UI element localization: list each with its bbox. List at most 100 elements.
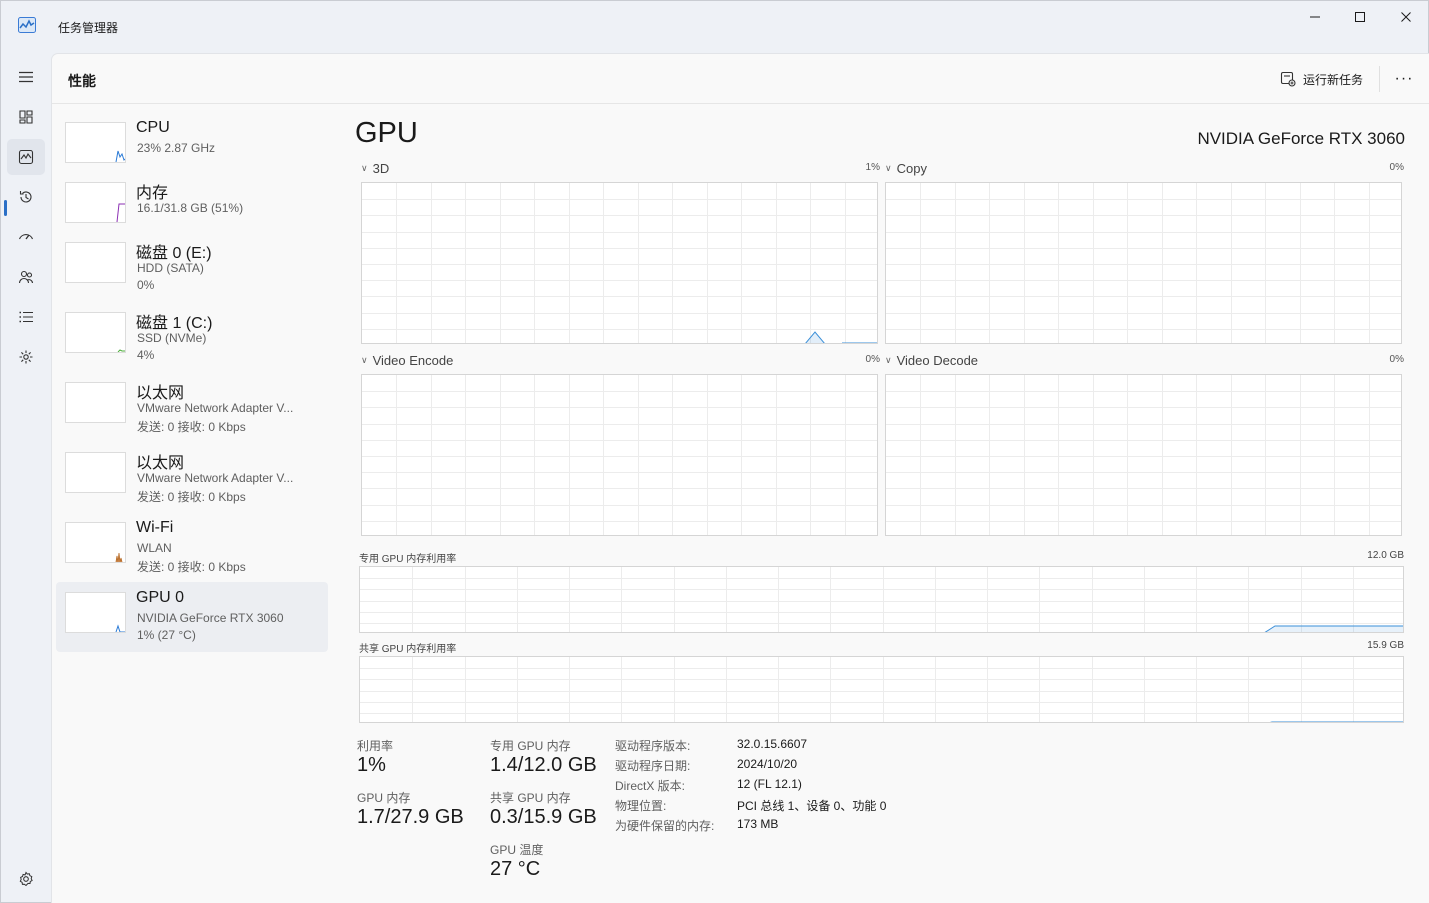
graph-video-decode [885,374,1402,536]
maximize-icon [1355,12,1365,22]
engine-selector-3d[interactable]: ∨ 3D [361,161,389,176]
shared-gpu-memory-label: 共享 GPU 内存 [490,791,571,805]
device-item-ethernet-1[interactable]: 以太网 VMware Network Adapter V... 发送: 0 接收… [56,377,328,447]
nav-processes[interactable] [7,99,45,135]
device-item-ethernet-2[interactable]: 以太网 VMware Network Adapter V... 发送: 0 接收… [56,447,328,517]
device-usage: 1% (27 °C) [137,628,196,642]
gpu-thumbnail [65,592,126,633]
command-bar: 性能 运行新任务 ··· [52,54,1429,104]
device-name: CPU [136,119,170,136]
chevron-down-icon: ∨ [885,163,892,173]
users-icon [18,270,34,284]
device-item-disk-0[interactable]: 磁盘 0 (E:) HDD (SATA) 0% [56,237,328,307]
device-detail: WLAN [137,541,172,555]
cpu-thumbnail-graph [115,150,125,162]
hardware-reserved-memory-value: 173 MB [737,817,779,831]
nav-startup[interactable] [7,219,45,255]
disk1-thumbnail-graph [117,349,125,352]
physical-location-label: 物理位置: [615,799,667,813]
app-history-icon [19,191,32,203]
nav-app-history[interactable] [7,179,45,215]
maximize-button[interactable] [1337,1,1383,33]
gpu-heading: GPU [355,117,418,149]
hamburger-button[interactable] [7,59,45,95]
performance-icon [18,149,34,165]
gpu-temperature-label: GPU 温度 [490,843,544,857]
device-detail: NVIDIA GeForce RTX 3060 [137,611,284,625]
dedicated-gpu-memory-value: 1.4/12.0 GB [490,754,597,776]
device-detail: 16.1/31.8 GB (51%) [137,201,244,215]
task-manager-icon [18,17,36,33]
device-item-gpu-0[interactable]: GPU 0 NVIDIA GeForce RTX 3060 1% (27 °C) [56,582,328,652]
device-item-disk-1[interactable]: 磁盘 1 (C:) SSD (NVMe) 4% [56,307,328,377]
utilization-value: 1% [357,754,386,776]
grid-copy [886,183,1401,343]
line-dedicated-memory [1264,625,1403,632]
gpu-memory-label: GPU 内存 [357,791,411,805]
dedicated-memory-label: 专用 GPU 内存利用率 [359,554,457,565]
directx-version-label: DirectX 版本: [615,779,686,793]
minimize-icon [1310,16,1320,18]
processes-icon [19,110,33,124]
memory-thumbnail [65,182,126,223]
engine-percent: 1% [865,162,880,173]
device-item-wifi[interactable]: Wi-Fi WLAN 发送: 0 接收: 0 Kbps [56,517,328,587]
hardware-reserved-memory-label: 为硬件保留的内存: [615,819,715,833]
minimize-button[interactable] [1292,1,1338,33]
driver-version-value: 32.0.15.6607 [737,737,808,751]
services-icon [19,350,33,364]
device-detail: SSD (NVMe) [137,331,207,345]
device-throughput: 发送: 0 接收: 0 Kbps [137,420,246,434]
close-icon [1401,12,1411,22]
disk0-thumbnail [65,242,126,283]
utilization-label: 利用率 [357,739,394,753]
device-name: 磁盘 1 (C:) [136,315,213,332]
nav-performance[interactable] [7,139,45,175]
device-name: 以太网 [136,455,185,472]
line-shared-memory [1269,721,1403,722]
driver-date-label: 驱动程序日期: [615,759,691,773]
device-detail: VMware Network Adapter V... [137,471,294,485]
device-detail: 23% 2.87 GHz [137,141,216,155]
driver-version-label: 驱动程序版本: [615,739,691,753]
engine-selector-video-encode[interactable]: ∨ Video Encode [361,353,453,368]
more-options-button[interactable]: ··· [1392,68,1416,90]
run-task-icon [1280,71,1296,87]
nav-users[interactable] [7,259,45,295]
graph-3d [361,182,878,344]
details-icon [19,311,33,323]
disk1-thumbnail [65,312,126,353]
close-button[interactable] [1383,1,1429,33]
gpu-thumbnail-graph [115,624,125,632]
graph-copy [885,182,1402,344]
dedicated-memory-max: 12.0 GB [1367,550,1404,561]
engine-percent: 0% [1389,162,1404,173]
command-separator [1379,66,1380,92]
nav-settings[interactable] [7,861,45,897]
engine-label: Video Encode [372,353,454,368]
device-name: 以太网 [136,385,185,402]
run-new-task-button[interactable]: 运行新任务 [1280,68,1363,90]
engine-selector-copy[interactable]: ∨ Copy [885,161,927,176]
chevron-down-icon: ∨ [361,163,368,173]
cpu-thumbnail [65,122,126,163]
device-name: GPU 0 [136,589,185,606]
navigation-rail [1,53,51,903]
device-usage: 0% [137,278,155,292]
nav-details[interactable] [7,299,45,335]
device-name: 内存 [136,185,169,202]
dedicated-gpu-memory-label: 专用 GPU 内存 [490,739,571,753]
engine-selector-video-decode[interactable]: ∨ Video Decode [885,353,978,368]
device-throughput: 发送: 0 接收: 0 Kbps [137,560,246,574]
chevron-down-icon: ∨ [885,355,892,365]
gpu-memory-value: 1.7/27.9 GB [357,806,464,828]
engine-percent: 0% [865,354,880,365]
shared-gpu-memory-value: 0.3/15.9 GB [490,806,597,828]
shared-memory-max: 15.9 GB [1367,640,1404,651]
engine-label: 3D [372,161,390,176]
graph-shared-memory [359,656,1404,723]
engine-label: Video Decode [896,353,979,368]
graph-dedicated-memory [359,566,1404,633]
nav-services[interactable] [7,339,45,375]
physical-location-value: PCI 总线 1、设备 0、功能 0 [737,799,887,813]
